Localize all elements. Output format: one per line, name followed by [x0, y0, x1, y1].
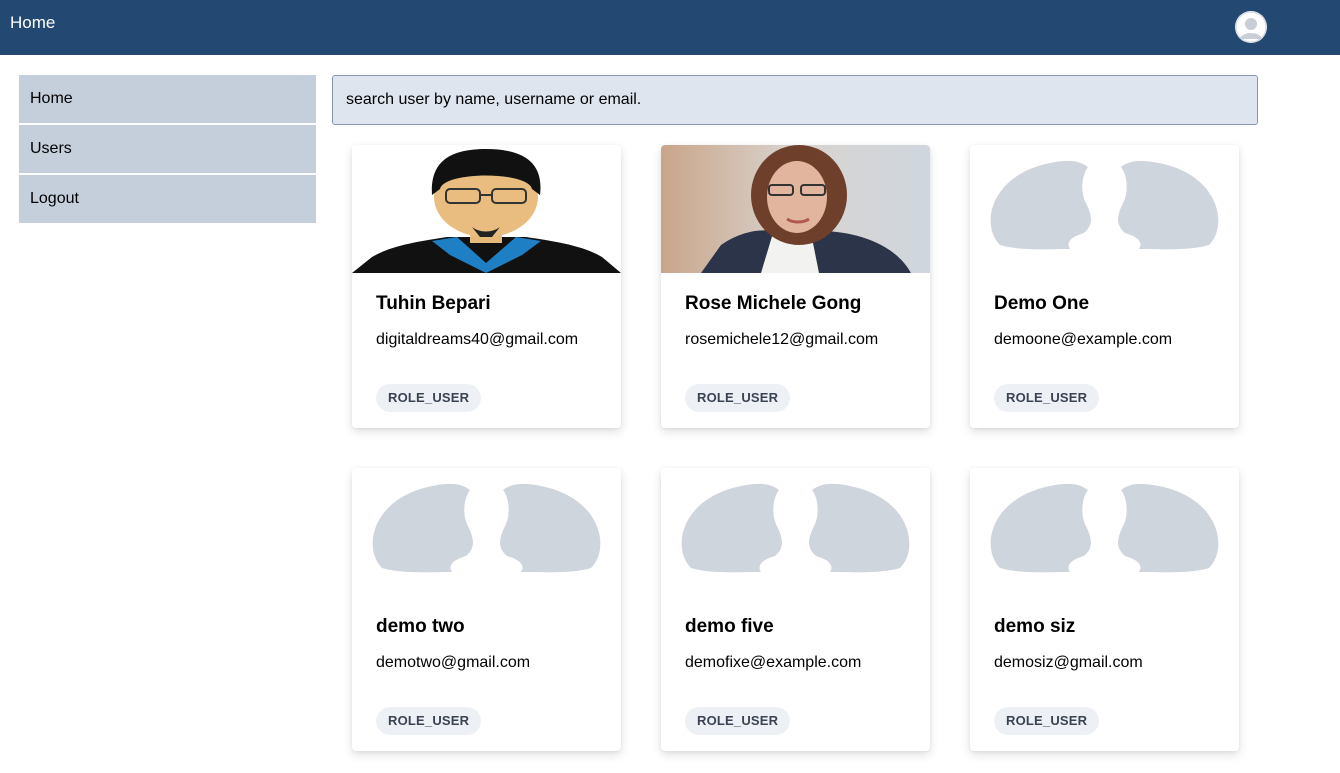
sidebar-item-home[interactable]: Home: [19, 75, 316, 123]
navbar-home-link[interactable]: Home: [10, 13, 55, 33]
role-badge: ROLE_USER: [994, 707, 1100, 735]
role-badge: ROLE_USER: [685, 707, 791, 735]
user-email: demofixe@example.com: [685, 654, 862, 671]
user-name[interactable]: Demo One: [994, 293, 1089, 315]
user-card[interactable]: demo siz demosiz@gmail.com ROLE_USER: [970, 468, 1239, 751]
sidebar-item-logout[interactable]: Logout: [19, 175, 316, 223]
user-name[interactable]: Tuhin Bepari: [376, 293, 491, 315]
user-email: demosiz@gmail.com: [994, 654, 1143, 671]
role-badge: ROLE_USER: [994, 384, 1100, 412]
default-avatar-icon: [970, 145, 1239, 273]
user-avatar-icon[interactable]: [1235, 11, 1267, 43]
user-card[interactable]: Tuhin Bepari digitaldreams40@gmail.com R…: [352, 145, 621, 428]
photo-avatar-image: [661, 145, 930, 273]
user-name[interactable]: demo two: [376, 616, 465, 638]
role-badge: ROLE_USER: [376, 707, 482, 735]
default-avatar-icon: [352, 468, 621, 596]
sidebar: Home Users Logout: [19, 75, 316, 225]
sidebar-item-users[interactable]: Users: [19, 125, 316, 173]
role-badge: ROLE_USER: [685, 384, 791, 412]
user-card[interactable]: Rose Michele Gong rosemichele12@gmail.co…: [661, 145, 930, 428]
user-email: demoone@example.com: [994, 331, 1173, 348]
top-navbar: Home: [0, 0, 1340, 55]
user-card[interactable]: demo five demofixe@example.com ROLE_USER: [661, 468, 930, 751]
search-input[interactable]: [332, 75, 1258, 125]
user-email: rosemichele12@gmail.com: [685, 331, 879, 348]
role-badge: ROLE_USER: [376, 384, 482, 412]
user-name[interactable]: demo five: [685, 616, 774, 638]
default-avatar-icon: [970, 468, 1239, 596]
default-avatar-icon: [661, 468, 930, 596]
user-card[interactable]: demo two demotwo@gmail.com ROLE_USER: [352, 468, 621, 751]
user-email: demotwo@gmail.com: [376, 654, 531, 671]
cartoon-avatar-image: [352, 145, 621, 273]
user-card[interactable]: Demo One demoone@example.com ROLE_USER: [970, 145, 1239, 428]
user-name[interactable]: demo siz: [994, 616, 1075, 638]
user-name[interactable]: Rose Michele Gong: [685, 293, 861, 315]
user-email: digitaldreams40@gmail.com: [376, 331, 579, 348]
